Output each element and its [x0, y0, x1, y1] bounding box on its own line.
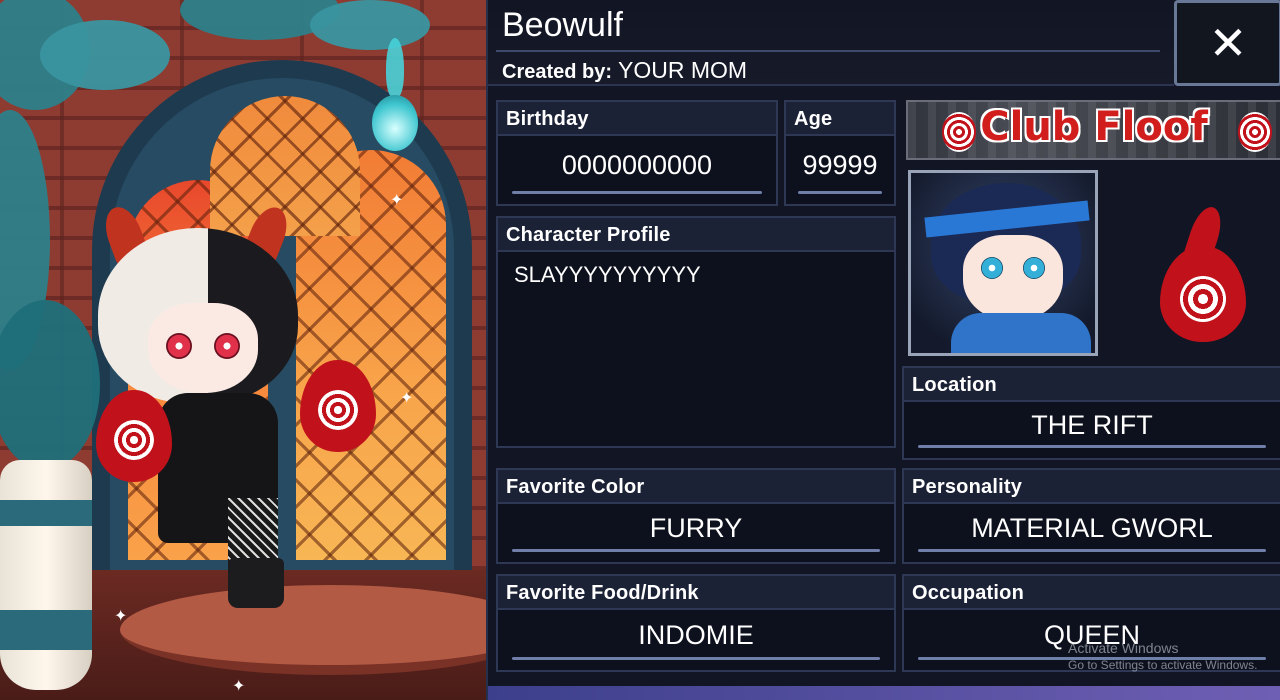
character-eye — [166, 333, 192, 359]
character-boots — [228, 558, 284, 608]
portrait-body — [951, 313, 1091, 353]
field-underline — [512, 549, 880, 552]
location-label: Location — [904, 368, 1280, 402]
title-bar: Beowulf Created by: YOUR MOM — [488, 0, 1174, 86]
character-profile-panel: Beowulf Created by: YOUR MOM ✕ Birthday 0… — [486, 0, 1280, 700]
favorite-food-label: Favorite Food/Drink — [498, 576, 894, 610]
personality-field[interactable]: Personality MATERIAL GWORL — [902, 468, 1280, 564]
birthday-field[interactable]: Birthday 0000000000 — [496, 100, 778, 206]
created-by-value: YOUR MOM — [618, 57, 748, 83]
favorite-color-field[interactable]: Favorite Color FURRY — [496, 468, 896, 564]
hanging-lamp — [372, 95, 418, 151]
created-by-line: Created by: YOUR MOM — [502, 57, 747, 84]
birthday-label: Birthday — [498, 102, 776, 136]
swirl-fire-right — [300, 360, 376, 452]
field-underline — [512, 191, 762, 194]
character-profile-value: SLAYYYYYYYYYY — [514, 262, 701, 287]
age-field[interactable]: Age 99999 — [784, 100, 896, 206]
field-underline — [918, 445, 1266, 448]
character-profile-label: Character Profile — [498, 218, 894, 252]
favorite-food-value: INDOMIE — [638, 619, 754, 650]
personality-value: MATERIAL GWORL — [971, 512, 1213, 543]
vase-band — [0, 610, 92, 650]
close-icon: ✕ — [1208, 16, 1248, 70]
field-underline — [798, 191, 882, 194]
age-value: 99999 — [802, 149, 878, 180]
age-label: Age — [786, 102, 894, 136]
lamp-flame — [386, 38, 404, 98]
created-by-label: Created by: — [502, 61, 613, 83]
sparkle-icon: ✦ — [390, 192, 404, 209]
occupation-label: Occupation — [904, 576, 1280, 610]
character-name: Beowulf — [502, 6, 623, 44]
character-eye — [214, 333, 240, 359]
ivy-leaves — [310, 0, 430, 50]
portrait-eye — [1023, 257, 1045, 279]
watermark-subtitle: Go to Settings to activate Windows. — [1068, 658, 1258, 672]
character-portrait[interactable] — [908, 170, 1098, 356]
club-banner: Club Floof — [906, 100, 1280, 160]
swirl-fire-left — [96, 390, 172, 482]
banner-title: Club Floof — [980, 104, 1208, 150]
portrait-eye — [981, 257, 1003, 279]
character-scene: ✦ ✦ ✦ ✦ — [0, 0, 486, 700]
activate-windows-watermark: Activate Windows Go to Settings to activ… — [1068, 640, 1257, 674]
field-underline — [512, 657, 880, 660]
sparkle-icon: ✦ — [232, 678, 246, 695]
bottom-strip — [488, 686, 1280, 700]
field-underline — [918, 549, 1266, 552]
watermark-title: Activate Windows — [1068, 640, 1179, 656]
sparkle-icon: ✦ — [114, 608, 128, 625]
close-button[interactable]: ✕ — [1174, 0, 1280, 86]
swirl-icon — [1238, 112, 1272, 152]
portrait-face — [963, 235, 1063, 321]
favorite-color-label: Favorite Color — [498, 470, 894, 504]
sparkle-icon: ✦ — [400, 390, 414, 407]
location-field[interactable]: Location THE RIFT — [902, 366, 1280, 460]
flame-swirl-emblem-icon — [1160, 203, 1246, 342]
character-face — [148, 303, 258, 393]
ivy-leaves — [40, 20, 170, 90]
favorite-food-field[interactable]: Favorite Food/Drink INDOMIE — [496, 574, 896, 672]
personality-label: Personality — [904, 470, 1280, 504]
character-profile-field[interactable]: Character Profile SLAYYYYYYYYYY — [496, 216, 896, 448]
favorite-color-value: FURRY — [649, 512, 743, 543]
birthday-value: 0000000000 — [561, 149, 713, 180]
location-value: THE RIFT — [1031, 409, 1153, 440]
divider — [496, 50, 1160, 52]
